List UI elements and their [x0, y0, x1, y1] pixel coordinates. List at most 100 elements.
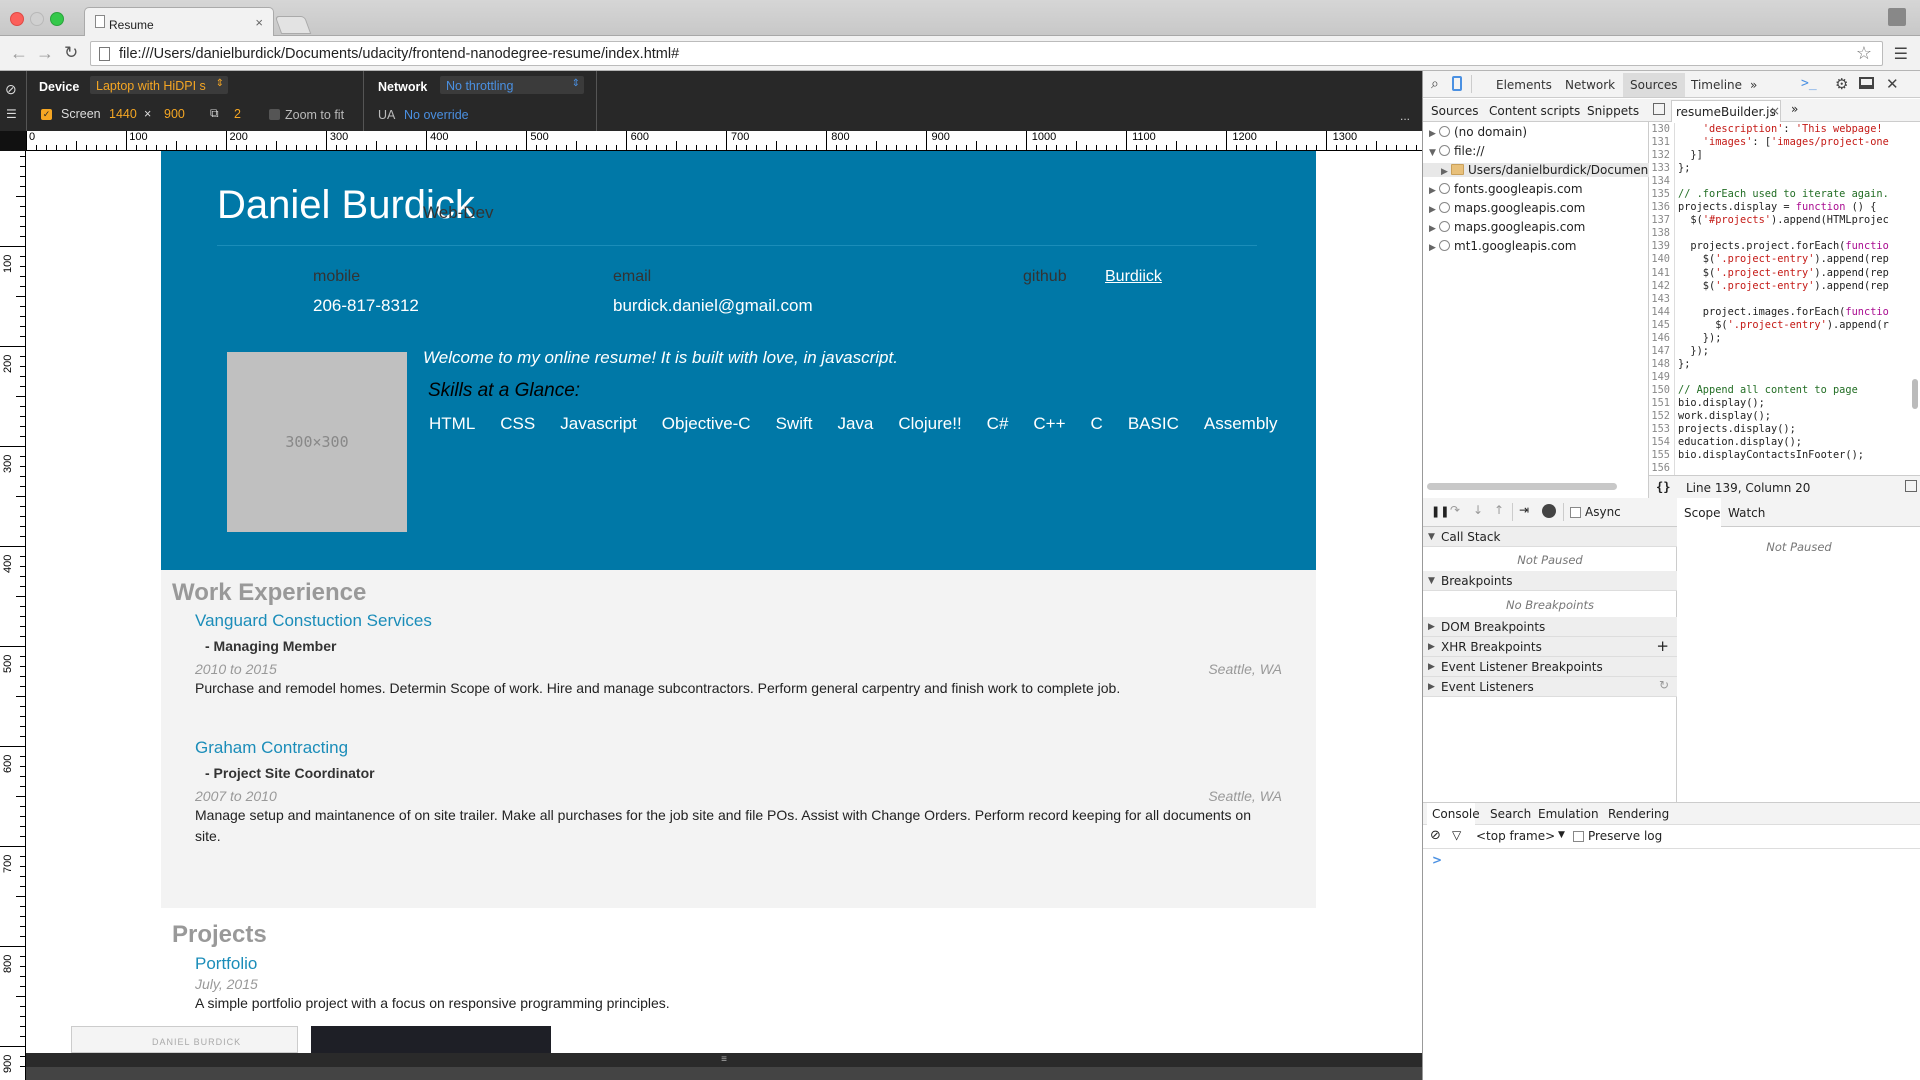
- tab-emulation[interactable]: Emulation: [1538, 807, 1599, 821]
- back-icon[interactable]: ←: [10, 44, 28, 62]
- network-select[interactable]: No throttling ⇕: [440, 76, 584, 94]
- screen-height-input[interactable]: 900: [164, 107, 185, 121]
- editor-tab[interactable]: resumeBuilder.js ×: [1671, 100, 1781, 122]
- employer-link[interactable]: Vanguard Constuction Services: [195, 611, 432, 631]
- navigator-tab-content-scripts[interactable]: Content scripts: [1489, 104, 1580, 118]
- tree-item[interactable]: ▶ maps.googleapis.com: [1423, 201, 1585, 215]
- dock-icon[interactable]: [1859, 77, 1874, 89]
- screen-width-input[interactable]: 1440: [109, 107, 137, 121]
- add-xhr-breakpoint-icon[interactable]: +: [1656, 637, 1669, 655]
- device-select[interactable]: Laptop with HiDPI s ⇕: [90, 76, 228, 94]
- github-link[interactable]: Burdiick: [1105, 268, 1162, 286]
- line-number[interactable]: 148: [1649, 357, 1675, 371]
- line-number[interactable]: 149: [1649, 370, 1675, 384]
- line-number[interactable]: 136: [1649, 201, 1675, 215]
- step-out-icon[interactable]: ↑: [1494, 503, 1504, 517]
- event-listener-breakpoints-pane[interactable]: ▶ Event Listener Breakpoints: [1423, 657, 1677, 677]
- reload-icon[interactable]: ↻: [64, 44, 78, 62]
- navigator-tab-snippets[interactable]: Snippets: [1587, 104, 1639, 118]
- line-number[interactable]: 131: [1649, 136, 1675, 150]
- close-devtools-icon[interactable]: ✕: [1886, 75, 1899, 93]
- code-line[interactable]: 150// Append all content to page: [1649, 383, 1920, 397]
- screen-checkbox[interactable]: ✓: [41, 109, 52, 120]
- line-number[interactable]: 146: [1649, 331, 1675, 345]
- code-line[interactable]: 151 bio.display();: [1649, 396, 1920, 411]
- code-line[interactable]: 134: [1649, 175, 1920, 189]
- pretty-print-icon[interactable]: {}: [1656, 480, 1670, 494]
- code-line[interactable]: 140 $('.project-entry').append(rep: [1649, 253, 1920, 267]
- profile-icon[interactable]: [1888, 8, 1906, 26]
- code-line[interactable]: 146 });: [1649, 331, 1920, 345]
- device-mode-icon[interactable]: [1452, 76, 1462, 91]
- tree-item[interactable]: ▶ fonts.googleapis.com: [1423, 182, 1583, 196]
- tab-rendering[interactable]: Rendering: [1608, 807, 1669, 821]
- line-number[interactable]: 132: [1649, 149, 1675, 163]
- ua-input[interactable]: No override: [404, 108, 469, 122]
- line-number[interactable]: 134: [1649, 175, 1675, 189]
- media-queries-icon[interactable]: ☰: [6, 107, 17, 121]
- code-line[interactable]: 152 work.display();: [1649, 410, 1920, 424]
- step-into-icon[interactable]: ↓: [1473, 503, 1483, 517]
- code-line[interactable]: 137 $('#projects').append(HTMLprojec: [1649, 214, 1920, 228]
- tab-network[interactable]: Network: [1565, 78, 1615, 92]
- code-line[interactable]: 135// .forEach used to iterate again.: [1649, 188, 1920, 202]
- tree-item[interactable]: ▶ Users/danielburdick/Documen: [1423, 163, 1649, 177]
- menu-icon[interactable]: ☰: [1894, 44, 1908, 64]
- line-number[interactable]: 152: [1649, 410, 1675, 424]
- code-line[interactable]: 148};: [1649, 357, 1920, 371]
- filter-icon[interactable]: ▽: [1452, 828, 1461, 842]
- project-title-link[interactable]: Portfolio: [195, 954, 257, 974]
- code-line[interactable]: 156: [1649, 462, 1920, 475]
- horizontal-scrollbar[interactable]: [1427, 483, 1617, 490]
- editor-scrollbar[interactable]: [1912, 379, 1918, 409]
- toggle-navigator-icon[interactable]: [1653, 103, 1665, 115]
- clear-console-icon[interactable]: ⊘: [1430, 828, 1441, 843]
- code-line[interactable]: 139 projects.project.forEach(functio: [1649, 240, 1920, 254]
- code-line[interactable]: 149: [1649, 370, 1920, 384]
- tab-timeline[interactable]: Timeline: [1691, 78, 1742, 92]
- tab-scope[interactable]: Scope: [1684, 506, 1721, 520]
- tab-watch[interactable]: Watch: [1728, 506, 1765, 520]
- zoom-window-button[interactable]: [50, 12, 64, 26]
- line-number[interactable]: 137: [1649, 214, 1675, 228]
- tab-more[interactable]: »: [1750, 78, 1757, 92]
- close-window-button[interactable]: [10, 12, 24, 26]
- line-number[interactable]: 156: [1649, 462, 1675, 475]
- settings-gear-icon[interactable]: ⚙: [1835, 75, 1848, 93]
- code-lines[interactable]: 130 'description': 'This webpage! 131 'im…: [1649, 123, 1920, 475]
- code-line[interactable]: 154 education.display();: [1649, 436, 1920, 450]
- code-line[interactable]: 143: [1649, 292, 1920, 306]
- forward-icon[interactable]: →: [36, 44, 54, 62]
- code-line[interactable]: 132 }]: [1649, 149, 1920, 163]
- code-line[interactable]: 130 'description': 'This webpage!: [1649, 123, 1920, 137]
- line-number[interactable]: 154: [1649, 436, 1675, 450]
- editor-tab-close-icon[interactable]: ×: [1770, 104, 1780, 118]
- code-line[interactable]: 145 $('.project-entry').append(r: [1649, 318, 1920, 332]
- tab-console[interactable]: Console: [1432, 807, 1480, 821]
- line-number[interactable]: 155: [1649, 449, 1675, 463]
- call-stack-pane[interactable]: ▼ Call Stack: [1423, 527, 1677, 547]
- line-number[interactable]: 151: [1649, 396, 1675, 411]
- code-line[interactable]: 147 });: [1649, 344, 1920, 358]
- tab-search[interactable]: Search: [1490, 807, 1531, 821]
- line-number[interactable]: 142: [1649, 279, 1675, 293]
- code-line[interactable]: 142 $('.project-entry').append(rep: [1649, 279, 1920, 293]
- line-number[interactable]: 150: [1649, 383, 1675, 397]
- toggle-debugger-icon[interactable]: [1905, 480, 1917, 492]
- new-tab-button[interactable]: [274, 16, 312, 34]
- address-bar[interactable]: file:///Users/danielburdick/Documents/ud…: [90, 41, 1883, 66]
- inspect-icon[interactable]: ⌕: [1431, 76, 1439, 92]
- code-line[interactable]: 138: [1649, 227, 1920, 241]
- step-over-icon[interactable]: ↷: [1450, 503, 1460, 517]
- minimize-window-button[interactable]: [30, 12, 44, 26]
- dpr-input[interactable]: 2: [234, 107, 241, 121]
- zoom-to-fit-checkbox[interactable]: [269, 109, 280, 120]
- tab-elements[interactable]: Elements: [1496, 78, 1552, 92]
- tab-sources[interactable]: Sources: [1630, 78, 1677, 92]
- event-listeners-pane[interactable]: ▶ Event Listeners ↻: [1423, 677, 1677, 697]
- code-line[interactable]: 155 bio.displayContactsInFooter();: [1649, 449, 1920, 463]
- tree-item[interactable]: ▼ file://: [1423, 144, 1484, 158]
- code-line[interactable]: 144 project.images.forEach(functio: [1649, 305, 1920, 319]
- line-number[interactable]: 143: [1649, 292, 1675, 306]
- line-number[interactable]: 138: [1649, 227, 1675, 241]
